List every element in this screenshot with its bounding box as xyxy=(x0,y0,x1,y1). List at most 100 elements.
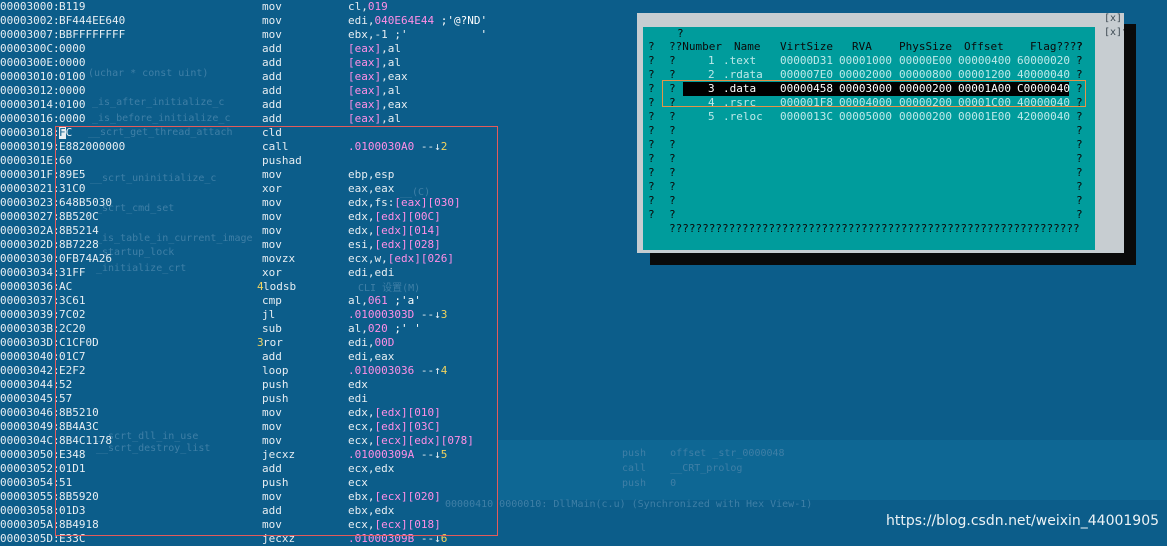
operand-part: ' xyxy=(407,28,488,41)
mnemonic: mov xyxy=(262,28,282,41)
ghost-text: push offset _str_0000048 xyxy=(622,448,785,459)
address: 00003030: xyxy=(0,252,60,265)
operand-part: [eax] xyxy=(348,56,382,69)
border-char: ? xyxy=(648,152,655,165)
disasm-row[interactable]: 00003012: 0000 add [eax],al xyxy=(0,84,560,98)
operand-part: ,al xyxy=(381,84,401,97)
address: 0000305A: xyxy=(0,518,60,531)
disasm-row[interactable]: 00003010: 0100 add [eax],eax xyxy=(0,70,560,84)
section-physsize: 00000200 xyxy=(899,110,952,123)
operands: ebx,-1 ;' ' xyxy=(348,28,487,42)
operands: [eax],al xyxy=(348,42,401,56)
border-char: ? xyxy=(648,208,655,221)
address: 0000302D: xyxy=(0,238,60,251)
address: 00003058: xyxy=(0,504,60,517)
section-num: 1 xyxy=(708,54,715,67)
section-offset: 00001E00 xyxy=(958,110,1011,123)
dialog-title-mark: ? xyxy=(677,27,684,40)
address: 00003037: xyxy=(0,294,60,307)
header-virtsize: VirtSize xyxy=(780,40,833,53)
border-char: ? xyxy=(1076,166,1083,179)
operands: [eax],al xyxy=(348,112,401,126)
disasm-row[interactable]: 0000300C: 0000 add [eax],al xyxy=(0,42,560,56)
address: 0000304C: xyxy=(0,434,60,447)
section-flags: 60000020 xyxy=(1017,54,1070,67)
header-rva: RVA xyxy=(852,40,872,53)
border-char: ? xyxy=(1076,138,1083,151)
border-char: ? xyxy=(648,68,655,81)
address: 00003049: xyxy=(0,420,60,433)
disasm-row[interactable]: 0000300E: 0000 add [eax],al xyxy=(0,56,560,70)
operand-part: ;'@?ND' xyxy=(434,14,488,27)
background-panel xyxy=(498,440,1167,500)
ghost-text: push 0 xyxy=(622,478,677,489)
section-virtsize: 0000013C xyxy=(780,110,833,123)
address: 00003019: xyxy=(0,140,60,153)
section-rva: 00005000 xyxy=(839,110,892,123)
disasm-row[interactable]: 00003002: BF444EE640 mov edi,040E64E44 ;'@?… xyxy=(0,14,560,28)
operand-part: [eax] xyxy=(348,112,382,125)
section-rva: 00001000 xyxy=(839,54,892,67)
section-physsize: 00000E00 xyxy=(899,54,952,67)
disasm-row[interactable]: 00003000: B119 mov cl,019 xyxy=(0,0,560,14)
address: 00003021: xyxy=(0,182,60,195)
disasm-row[interactable]: 00003016: 0000 add [eax],al xyxy=(0,112,560,126)
address: 0000303D: xyxy=(0,336,60,349)
opcode-bytes: B119 xyxy=(59,0,86,13)
operands: [eax],eax xyxy=(348,70,408,84)
border-char: ? xyxy=(648,194,655,207)
border-char: ? xyxy=(648,82,655,95)
highlight-frame-orange xyxy=(662,80,1086,107)
dialog-bottom-line: ????????????????????????????????????????… xyxy=(669,222,1080,235)
border-char: ? xyxy=(1076,208,1083,221)
address: 00003055: xyxy=(0,490,60,503)
address: 0000305D: xyxy=(0,532,60,545)
opcode-bytes: 0100 xyxy=(59,70,86,83)
disasm-row[interactable]: 00003007: BBFFFFFFFF mov ebx,-1 ;' ' xyxy=(0,28,560,42)
row-marker: ? xyxy=(669,138,676,151)
border-char: ? xyxy=(648,180,655,193)
address: 00003045: xyxy=(0,392,60,405)
operand-part: ebx,-1 ;' xyxy=(348,28,408,41)
operands: [eax],al xyxy=(348,56,401,70)
address: 0000301E: xyxy=(0,154,60,167)
operands: [eax],al xyxy=(348,84,401,98)
border-char: ? xyxy=(648,138,655,151)
border-char: ? xyxy=(1076,40,1083,53)
mnemonic: add xyxy=(262,56,282,69)
address: 0000300C: xyxy=(0,42,60,55)
row-marker: ? xyxy=(669,110,676,123)
address: 0000302A: xyxy=(0,224,60,237)
address: 00003036: xyxy=(0,280,60,293)
dialog-title-right: ?? xyxy=(1122,27,1136,40)
operand-part: 019 xyxy=(367,0,388,13)
operand-part: cl, xyxy=(348,0,368,13)
disasm-row[interactable]: 00003014: 0100 add [eax],eax xyxy=(0,98,560,112)
section-num: 5 xyxy=(708,110,715,123)
operands: edi,040E64E44 ;'@?ND' xyxy=(348,14,487,28)
address: 00003007: xyxy=(0,28,60,41)
header-name: Name xyxy=(734,40,761,53)
opcode-bytes: 0000 xyxy=(59,84,86,97)
operand-part: ,al xyxy=(381,112,401,125)
operands: [eax],eax xyxy=(348,98,408,112)
address: 00003050: xyxy=(0,448,60,461)
mnemonic: add xyxy=(262,112,282,125)
address: 00003046: xyxy=(0,406,60,419)
ghost-text: call __CRT_prolog xyxy=(622,463,743,474)
watermark-url: https://blog.csdn.net/weixin_44001905 xyxy=(886,513,1160,529)
address: 0000303B: xyxy=(0,322,60,335)
address: 00003054: xyxy=(0,476,60,489)
border-char: ? xyxy=(1076,110,1083,123)
row-marker: ? xyxy=(669,152,676,165)
dialog-close-button-inner[interactable]: [x] xyxy=(1104,27,1122,38)
dialog-close-button[interactable]: [x] xyxy=(1104,13,1122,24)
operand-part: ,eax xyxy=(381,70,408,83)
operand-part: [eax] xyxy=(348,42,382,55)
header-offset: Offset xyxy=(964,40,1004,53)
border-char: ? xyxy=(648,40,655,53)
border-char: ? xyxy=(1076,180,1083,193)
section-virtsize: 00000D31 xyxy=(780,54,833,67)
address: 00003039: xyxy=(0,308,60,321)
operand-part: [eax] xyxy=(348,84,382,97)
